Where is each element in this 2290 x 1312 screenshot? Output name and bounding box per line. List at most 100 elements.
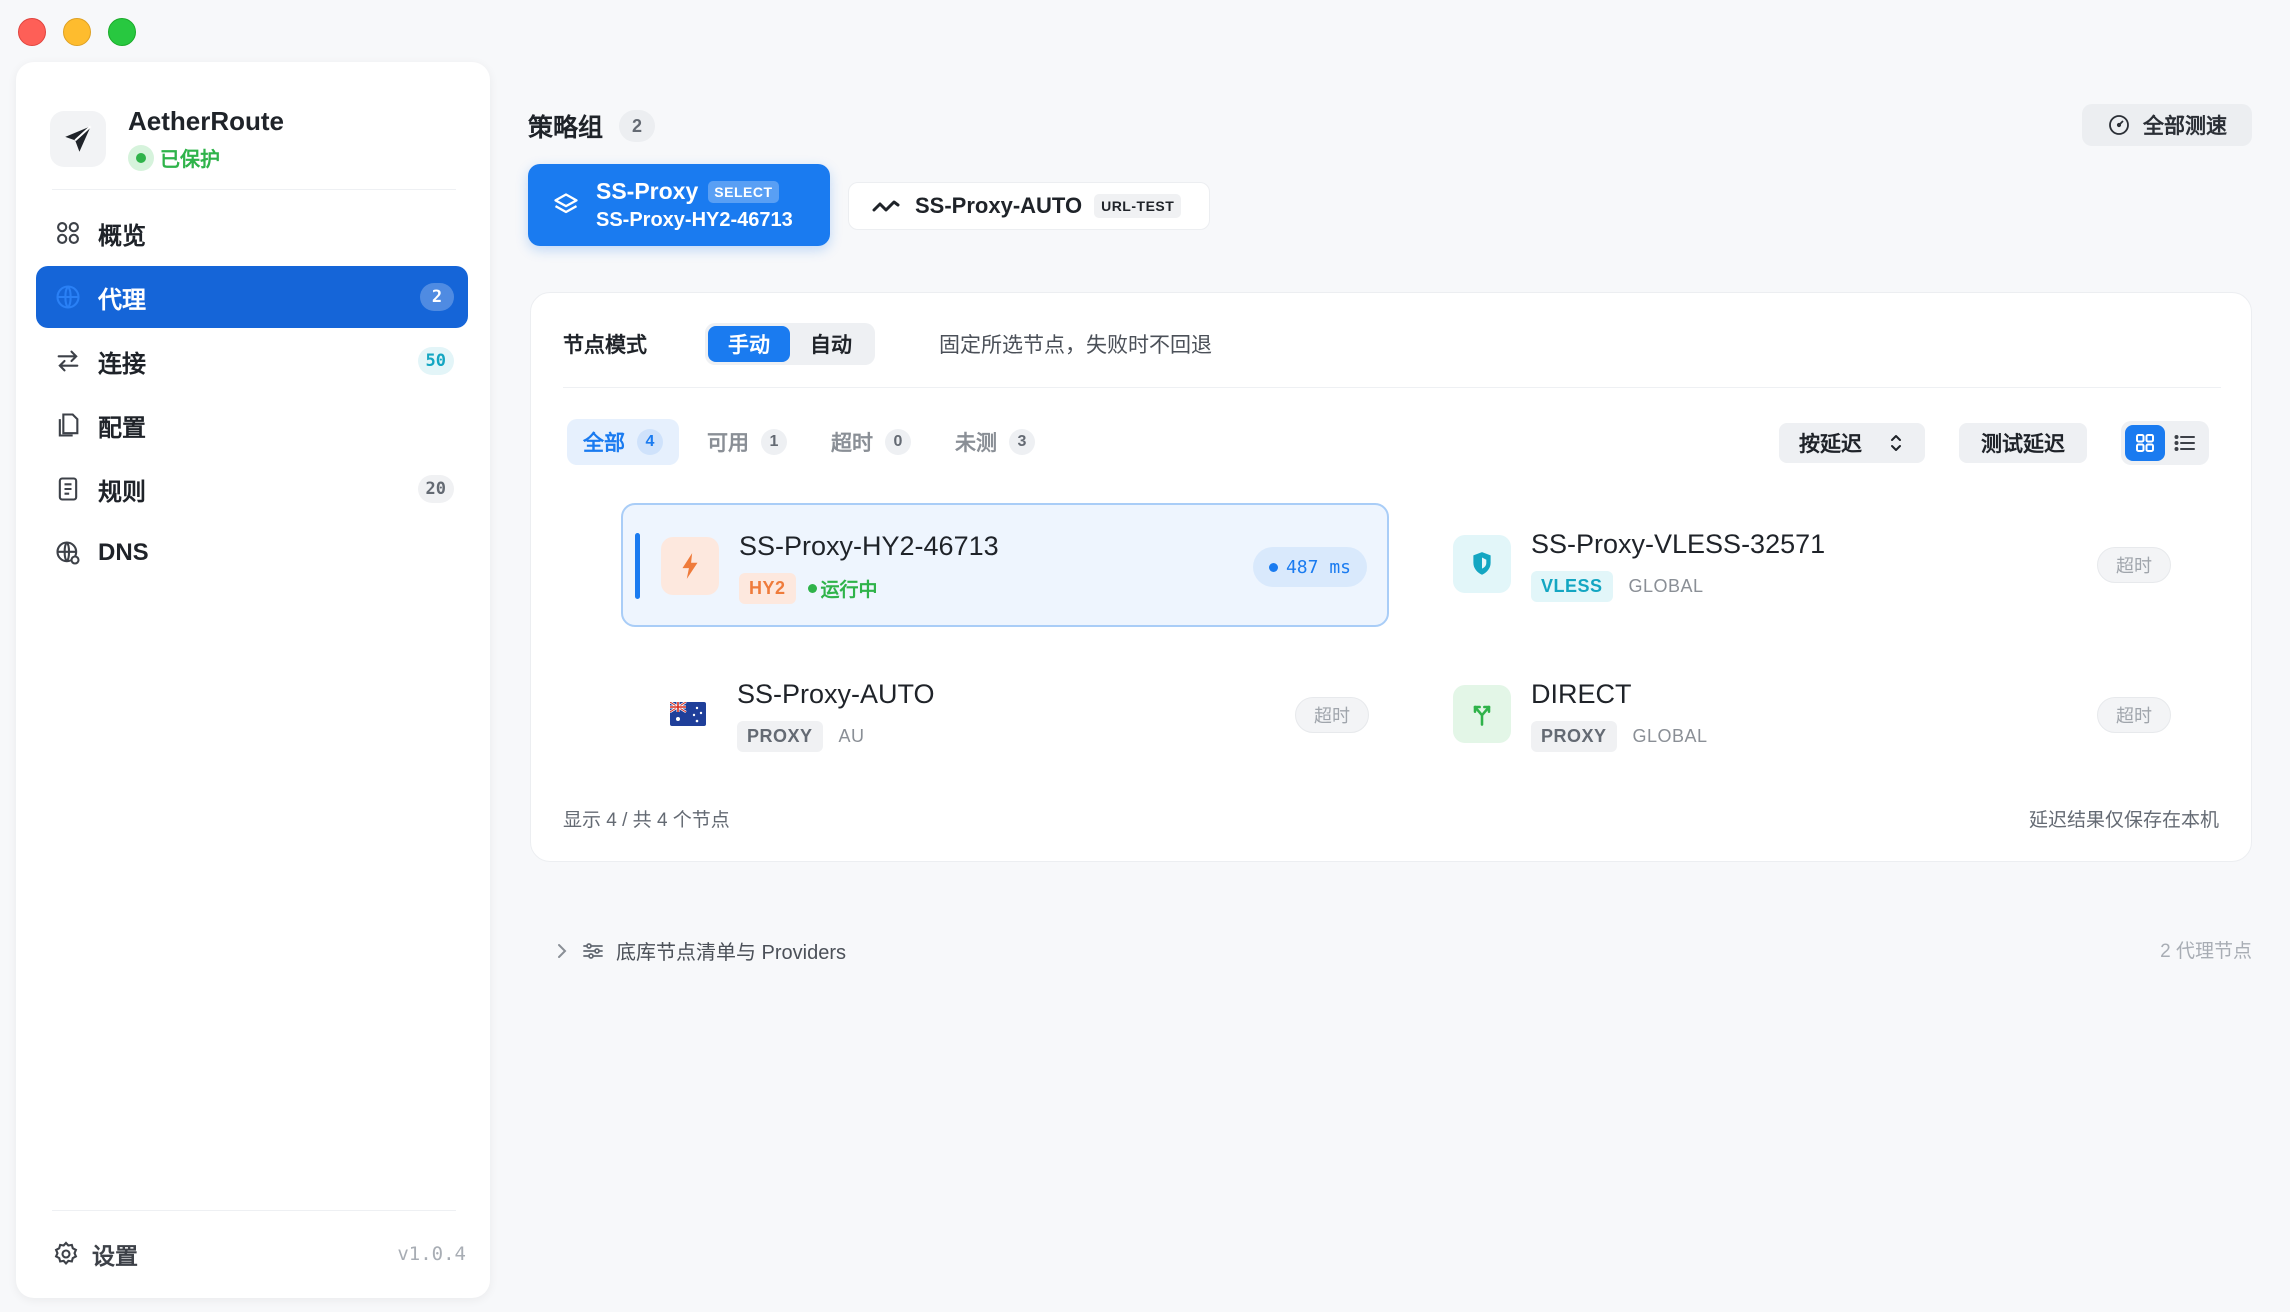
sidebar-item-label: 规则 [98, 478, 146, 506]
proxy-group-panel: 节点模式 手动 自动 固定所选节点，失败时不回退 全部 4 可用 1 超时 0 … [530, 292, 2252, 862]
branch-icon [1453, 685, 1511, 743]
sidebar-item-connections[interactable]: 连接 50 [36, 330, 468, 392]
globe-icon [52, 281, 84, 313]
sidebar-item-label: DNS [98, 539, 149, 566]
connections-count-badge: 50 [417, 347, 454, 375]
protection-status-label: 已保护 [160, 149, 220, 171]
group-current-node: SS-Proxy-HY2-46713 [596, 209, 793, 231]
latency-storage-note: 延迟结果仅保存在本机 [2028, 810, 2219, 831]
mode-auto-button[interactable]: 自动 [790, 326, 872, 362]
test-all-button[interactable]: 全部测速 [2082, 104, 2252, 146]
group-name: SS-Proxy-AUTO [915, 193, 1083, 218]
shield-icon [1453, 535, 1511, 593]
node-name: SS-Proxy-VLESS-32571 [1531, 529, 1826, 559]
selected-indicator [635, 533, 640, 599]
grid-view-button[interactable] [2125, 425, 2165, 461]
sidebar-item-proxy[interactable]: 代理 2 [36, 266, 468, 328]
mode-segmented-control: 手动 自动 [705, 323, 875, 365]
group-type-badge: URL-TEST [1094, 194, 1182, 218]
brand: AetherRoute 已保护 [50, 106, 284, 172]
minimize-window-button[interactable] [63, 18, 91, 46]
filter-label: 可用 [707, 432, 749, 455]
app-name: AetherRoute [128, 106, 285, 136]
node-count-summary: 显示 4 / 共 4 个节点 [563, 810, 730, 831]
providers-label: 底库节点清单与 Providers [616, 942, 847, 964]
node-card[interactable]: SS-Proxy-AUTO PROXY AU 超时 [621, 653, 1389, 777]
node-region: GLOBAL [1632, 726, 1708, 746]
node-card[interactable]: SS-Proxy-HY2-46713 HY2 运行中 487 ms [621, 503, 1389, 627]
protocol-tag: VLESS [1531, 571, 1613, 602]
grid-icon [2136, 434, 2154, 452]
protection-status: 已保护 [128, 143, 284, 172]
providers-count: 2 代理节点 [2160, 941, 2252, 962]
proxy-count-badge: 2 [420, 283, 454, 311]
filter-untested[interactable]: 未测 3 [939, 419, 1051, 465]
node-meta: VLESS GLOBAL [1531, 571, 1704, 602]
divider [52, 1210, 456, 1211]
providers-disclosure[interactable]: 底库节点清单与 Providers [556, 936, 846, 965]
sidebar-item-label: 概览 [98, 222, 146, 250]
rules-count-badge: 20 [417, 475, 454, 503]
close-window-button[interactable] [18, 18, 46, 46]
filter-count: 0 [885, 429, 911, 455]
latency-value: 487 ms [1285, 556, 1351, 578]
list-view-button[interactable] [2165, 425, 2205, 461]
filter-all[interactable]: 全部 4 [567, 419, 679, 465]
page-header: 策略组 2 [528, 108, 656, 144]
group-tab-ss-proxy-auto[interactable]: SS-Proxy-AUTO URL-TEST [848, 182, 1210, 230]
sidebar-item-config[interactable]: 配置 [36, 394, 468, 456]
zoom-window-button[interactable] [108, 18, 136, 46]
filter-available[interactable]: 可用 1 [691, 419, 803, 465]
settings-button[interactable]: 设置 v1.0.4 [52, 1234, 466, 1274]
node-name: SS-Proxy-HY2-46713 [739, 531, 999, 561]
sort-label: 按延迟 [1799, 433, 1862, 456]
running-status: 运行中 [807, 575, 878, 602]
sidebar-nav: 概览 代理 2 连接 50 配置 规则 20 DNS [36, 202, 468, 586]
filter-label: 全部 [583, 432, 625, 455]
view-toggle [2121, 421, 2209, 465]
globe-network-icon [52, 537, 84, 569]
divider [52, 189, 456, 190]
mode-manual-button[interactable]: 手动 [708, 326, 790, 362]
filter-timeout[interactable]: 超时 0 [815, 419, 927, 465]
group-count-badge: 2 [619, 110, 656, 142]
app-version: v1.0.4 [397, 1243, 466, 1265]
layers-icon [554, 193, 578, 214]
filter-label: 未测 [955, 432, 997, 455]
node-meta: HY2 运行中 [739, 573, 878, 604]
activity-wave-icon [872, 200, 900, 212]
group-type-badge: SELECT [708, 180, 779, 203]
group-name: SS-Proxy [596, 178, 699, 204]
sidebar-item-dns[interactable]: DNS [36, 522, 468, 584]
window-controls [18, 18, 136, 46]
test-delay-button[interactable]: 测试延迟 [1959, 423, 2087, 463]
mode-description: 固定所选节点，失败时不回退 [939, 334, 1212, 357]
list-doc-icon [52, 473, 84, 505]
timeout-badge: 超时 [1295, 697, 1369, 733]
timeout-badge: 超时 [2097, 547, 2171, 583]
australia-flag-icon [659, 685, 717, 743]
gear-icon [54, 1241, 78, 1266]
test-all-label: 全部测速 [2143, 115, 2227, 138]
sidebar-item-rules[interactable]: 规则 20 [36, 458, 468, 520]
group-tab-ss-proxy[interactable]: SS-Proxy SELECT SS-Proxy-HY2-46713 [528, 164, 830, 246]
node-meta: PROXY AU [737, 721, 865, 752]
sort-select[interactable]: 按延迟 [1779, 423, 1925, 463]
node-mode-label: 节点模式 [563, 334, 647, 357]
sidebar-item-label: 配置 [98, 414, 146, 442]
sidebar-item-label: 代理 [98, 286, 146, 314]
node-name: SS-Proxy-AUTO [737, 679, 935, 709]
node-card[interactable]: DIRECT PROXY GLOBAL 超时 [1423, 653, 2191, 777]
filter-label: 超时 [831, 432, 873, 455]
running-label: 运行中 [820, 580, 878, 601]
paper-plane-logo-icon [50, 111, 106, 167]
divider [563, 387, 2221, 388]
sidebar-item-overview[interactable]: 概览 [36, 202, 468, 264]
protocol-tag: PROXY [737, 721, 823, 752]
settings-label: 设置 [92, 1243, 138, 1269]
arrows-left-right-icon [52, 345, 84, 377]
documents-icon [52, 409, 84, 441]
filter-count: 3 [1009, 429, 1035, 455]
timeout-badge: 超时 [2097, 697, 2171, 733]
node-card[interactable]: SS-Proxy-VLESS-32571 VLESS GLOBAL 超时 [1423, 503, 2191, 627]
